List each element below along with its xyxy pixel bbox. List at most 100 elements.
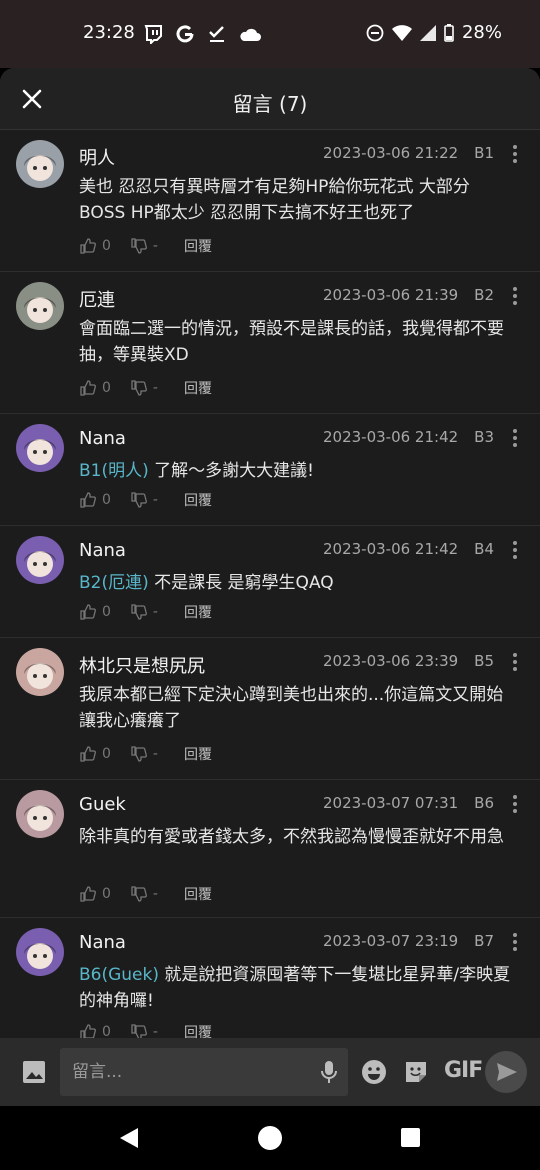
comment-meta: 2023-03-07 23:19 B7 <box>323 932 494 950</box>
comment-item: Nana 2023-03-06 21:42 B3 B1(明人) 了解～多謝大大建… <box>0 414 540 526</box>
like-button[interactable]: 0 <box>80 886 111 902</box>
commenter-name[interactable]: 林北只是想尻尻 <box>79 652 205 678</box>
like-button[interactable]: 0 <box>80 604 111 620</box>
comment-floor: B7 <box>474 932 494 950</box>
home-button[interactable] <box>258 1126 282 1150</box>
more-options-icon[interactable] <box>510 428 520 448</box>
commenter-name[interactable]: 厄連 <box>79 286 115 312</box>
avatar[interactable] <box>16 648 64 696</box>
comment-text: 美也 忍忍只有異時層才有足夠HP給你玩花式 大部分BOSS HP都太少 忍忍開下… <box>79 174 516 226</box>
dislike-button[interactable]: - <box>131 746 158 762</box>
more-options-icon[interactable] <box>510 286 520 306</box>
system-indicators: 28% <box>366 22 502 43</box>
comment-text: B1(明人) 了解～多謝大大建議! <box>79 458 516 484</box>
comment-floor: B3 <box>474 428 494 446</box>
dislike-count: - <box>152 492 158 508</box>
sticker-icon[interactable] <box>402 1058 430 1086</box>
dislike-button[interactable]: - <box>131 604 158 620</box>
more-options-icon[interactable] <box>510 652 520 672</box>
reply-button[interactable]: 回覆 <box>184 884 212 904</box>
page-title: 留言 (7) <box>232 92 308 116</box>
avatar[interactable] <box>16 928 64 976</box>
dislike-button[interactable]: - <box>131 1024 158 1038</box>
dislike-count: - <box>152 380 158 396</box>
avatar[interactable] <box>16 424 64 472</box>
comment-actions: 0 - 回覆 <box>80 602 212 622</box>
dislike-count: - <box>152 238 158 254</box>
back-icon[interactable] <box>118 1126 140 1150</box>
thumbs-up-icon <box>80 1024 96 1038</box>
reply-button[interactable]: 回覆 <box>184 490 212 510</box>
reply-button[interactable]: 回覆 <box>184 1022 212 1038</box>
comment-input[interactable] <box>60 1048 348 1096</box>
comment-floor: B4 <box>474 540 494 558</box>
commenter-name[interactable]: Nana <box>79 540 126 561</box>
gif-button[interactable]: GIF <box>444 1058 483 1083</box>
thumbs-up-icon <box>80 886 96 902</box>
more-options-icon[interactable] <box>510 932 520 952</box>
thumbs-down-icon <box>131 886 147 902</box>
reply-button[interactable]: 回覆 <box>184 744 212 764</box>
avatar[interactable] <box>16 282 64 330</box>
avatar[interactable] <box>16 536 64 584</box>
comment-text: B6(Guek) 就是說把資源囤著等下一隻堪比星昇華/李映夏的神角囉! <box>79 962 516 1014</box>
floor-mention-link[interactable]: B6(Guek) <box>79 965 159 985</box>
recents-button[interactable] <box>401 1128 420 1147</box>
send-button[interactable] <box>485 1051 527 1093</box>
emoji-icon[interactable] <box>360 1058 388 1086</box>
twitch-icon <box>144 25 162 44</box>
commenter-name[interactable]: Guek <box>79 794 126 815</box>
like-button[interactable]: 0 <box>80 746 111 762</box>
comment-actions: 0 - 回覆 <box>80 744 212 764</box>
wifi-icon <box>391 24 412 41</box>
comment-timestamp: 2023-03-06 21:39 <box>322 286 459 304</box>
comment-item: 厄連 2023-03-06 21:39 B2 會面臨二選一的情況，預設不是課長的… <box>0 272 540 414</box>
comment-meta: 2023-03-06 21:42 B3 <box>323 428 494 446</box>
commenter-name[interactable]: 明人 <box>79 144 115 170</box>
commenter-name[interactable]: Nana <box>79 428 126 449</box>
floor-mention-link[interactable]: B1(明人) <box>79 461 149 481</box>
comment-text: B2(厄連) 不是課長 是窮學生QAQ <box>79 570 516 596</box>
like-count: 0 <box>102 1024 111 1038</box>
checklist-icon <box>209 26 224 42</box>
send-icon <box>497 1063 517 1081</box>
thumbs-up-icon <box>80 604 96 620</box>
more-options-icon[interactable] <box>510 794 520 814</box>
comment-timestamp: 2023-03-06 21:42 <box>322 428 459 446</box>
reply-button[interactable]: 回覆 <box>184 602 212 622</box>
like-button[interactable]: 0 <box>80 492 111 508</box>
thumbs-up-icon <box>80 746 96 762</box>
status-bar: 23:28 28% <box>0 0 540 68</box>
mic-icon[interactable] <box>320 1060 338 1084</box>
comment-floor: B2 <box>474 286 494 304</box>
comment-floor: B6 <box>474 794 494 812</box>
like-button[interactable]: 0 <box>80 1024 111 1038</box>
comment-actions: 0 - 回覆 <box>80 378 212 398</box>
reply-button[interactable]: 回覆 <box>184 236 212 256</box>
notification-icons <box>143 24 261 44</box>
thumbs-up-icon <box>80 492 96 508</box>
comment-meta: 2023-03-06 21:22 B1 <box>323 144 494 162</box>
avatar[interactable] <box>16 790 64 838</box>
dislike-button[interactable]: - <box>131 886 158 902</box>
google-icon <box>176 25 194 43</box>
more-options-icon[interactable] <box>510 540 520 560</box>
avatar[interactable] <box>16 140 64 188</box>
like-button[interactable]: 0 <box>80 238 111 254</box>
dislike-button[interactable]: - <box>131 238 158 254</box>
comment-input-wrap <box>60 1048 348 1096</box>
dislike-count: - <box>152 886 158 902</box>
image-icon[interactable] <box>20 1058 48 1086</box>
commenter-name[interactable]: Nana <box>79 932 126 953</box>
like-button[interactable]: 0 <box>80 380 111 396</box>
dislike-button[interactable]: - <box>131 380 158 396</box>
more-options-icon[interactable] <box>510 144 520 164</box>
like-count: 0 <box>102 492 111 508</box>
dislike-button[interactable]: - <box>131 492 158 508</box>
floor-mention-link[interactable]: B2(厄連) <box>79 573 149 593</box>
reply-button[interactable]: 回覆 <box>184 378 212 398</box>
comment-body: 會面臨二選一的情況，預設不是課長的話，我覺得都不要抽，等異裝XD <box>79 319 504 365</box>
like-count: 0 <box>102 886 111 902</box>
thumbs-down-icon <box>131 604 147 620</box>
dislike-count: - <box>152 1024 158 1038</box>
